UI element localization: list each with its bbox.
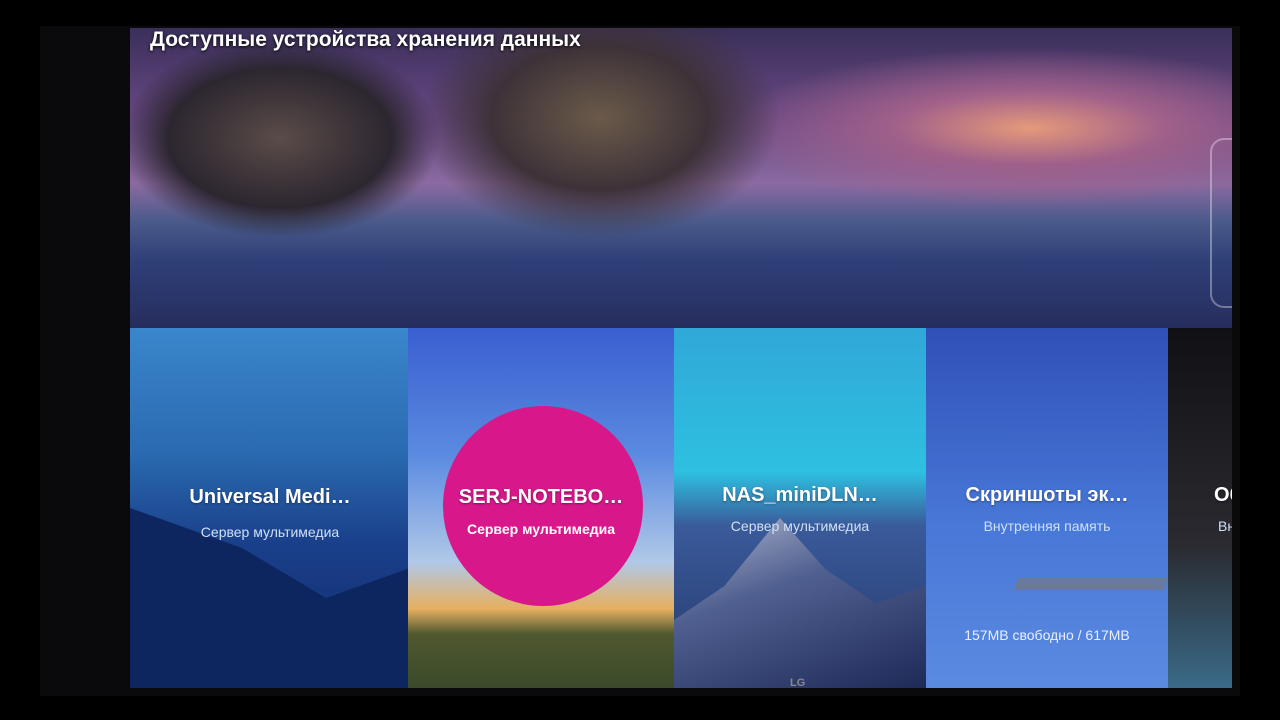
card-background: [1013, 578, 1168, 590]
card-background: [674, 518, 926, 688]
card-background: [130, 508, 410, 688]
device-name: NAS_miniDLN…: [722, 484, 878, 506]
device-card-serj-notebook[interactable]: SERJ-NOTEBO… Сервер мультимедиа: [408, 328, 674, 688]
device-card-universal-media[interactable]: Universal Medi… Сервер мультимедиа: [130, 328, 410, 688]
device-name: SERJ-NOTEBO…: [458, 486, 624, 508]
device-card-nas-minidlna[interactable]: NAS_miniDLN… Сервер мультимедиа: [674, 328, 926, 688]
lg-logo: LG: [790, 677, 806, 689]
hero-banner: Доступные устройства хранения данных: [130, 28, 1232, 340]
device-name: Universal Medi…: [189, 486, 351, 508]
device-card-screenshots[interactable]: Скриншоты эк… Внутренняя память 157MB св…: [926, 328, 1168, 688]
tv-screen: Доступные устройства хранения данных Uni…: [130, 28, 1232, 688]
device-type: Сервер мультимедиа: [466, 521, 616, 537]
device-name: Об: [1214, 484, 1232, 506]
device-type: Внутренняя память: [983, 518, 1111, 534]
device-type: Сервер мультимедиа: [200, 524, 340, 540]
device-name: Скриншоты эк…: [965, 484, 1129, 506]
device-type: Сервер мультимедиа: [730, 518, 870, 534]
device-card-partial[interactable]: Об Вн: [1168, 328, 1232, 688]
device-list: Universal Medi… Сервер мультимедиа SERJ-…: [130, 328, 1232, 688]
page-title: Доступные устройства хранения данных: [150, 28, 581, 51]
device-type: Вн: [1218, 518, 1232, 534]
storage-usage: 157MB свободно / 617MB: [964, 627, 1130, 643]
scroll-handle[interactable]: [1210, 138, 1232, 308]
